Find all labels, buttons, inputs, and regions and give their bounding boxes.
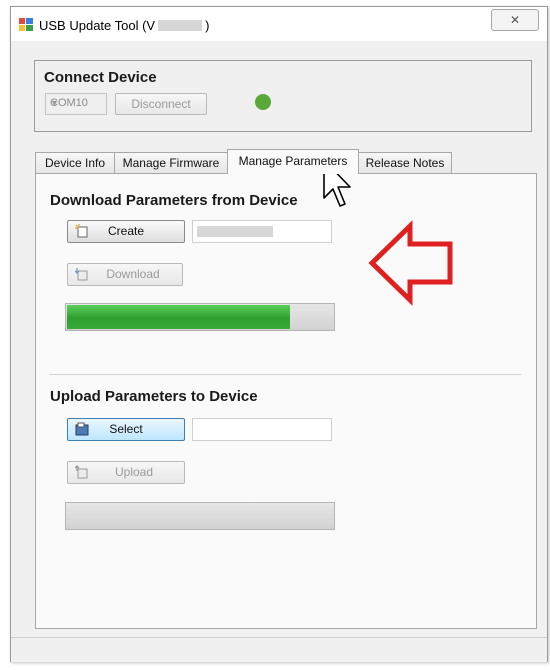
create-button[interactable]: Create [67,220,185,243]
download-filename-field[interactable] [192,220,332,243]
disconnect-label: Disconnect [131,97,191,111]
download-progress-bar [65,303,335,331]
chevron-down-icon: ▼ [50,98,59,108]
tab-manage-firmware[interactable]: Manage Firmware [114,152,228,173]
title-bar: USB Update Tool (V) ✕ [11,7,547,41]
upload-button[interactable]: Upload [67,461,185,484]
create-label: Create [107,224,145,238]
tab-device-info[interactable]: Device Info [35,152,115,173]
status-bar [11,637,547,662]
tab-manage-parameters[interactable]: Manage Parameters [227,149,359,174]
select-button[interactable]: Select [67,418,185,441]
section-divider [49,374,521,375]
redacted-filename [197,226,273,237]
port-select[interactable]: COM10 ▼ [45,93,107,115]
tab-release-notes[interactable]: Release Notes [358,152,452,173]
app-window: USB Update Tool (V) ✕ Connect Device COM… [10,6,548,662]
upload-progress-bar [65,502,335,530]
annotation-arrow-icon [368,220,453,306]
disconnect-button[interactable]: Disconnect [115,93,207,115]
redacted-version [158,20,203,31]
connection-status-indicator [255,94,271,110]
select-label: Select [109,422,143,436]
upload-section-title: Upload Parameters to Device [50,388,258,405]
app-icon [19,18,33,31]
download-label: Download [106,267,160,281]
upload-filename-field[interactable] [192,418,332,441]
connect-device-title: Connect Device [44,69,157,86]
download-section-title: Download Parameters from Device [50,192,298,209]
download-progress-fill [67,305,290,329]
upload-label: Upload [114,465,154,479]
manage-parameters-panel: Download Parameters from Device Create D… [35,173,537,629]
connect-device-group: Connect Device COM10 ▼ Disconnect [34,60,532,132]
close-icon: ✕ [509,13,521,27]
close-button[interactable]: ✕ [491,9,539,31]
download-button[interactable]: Download [67,263,183,286]
window-title: USB Update Tool (V) [39,18,210,33]
